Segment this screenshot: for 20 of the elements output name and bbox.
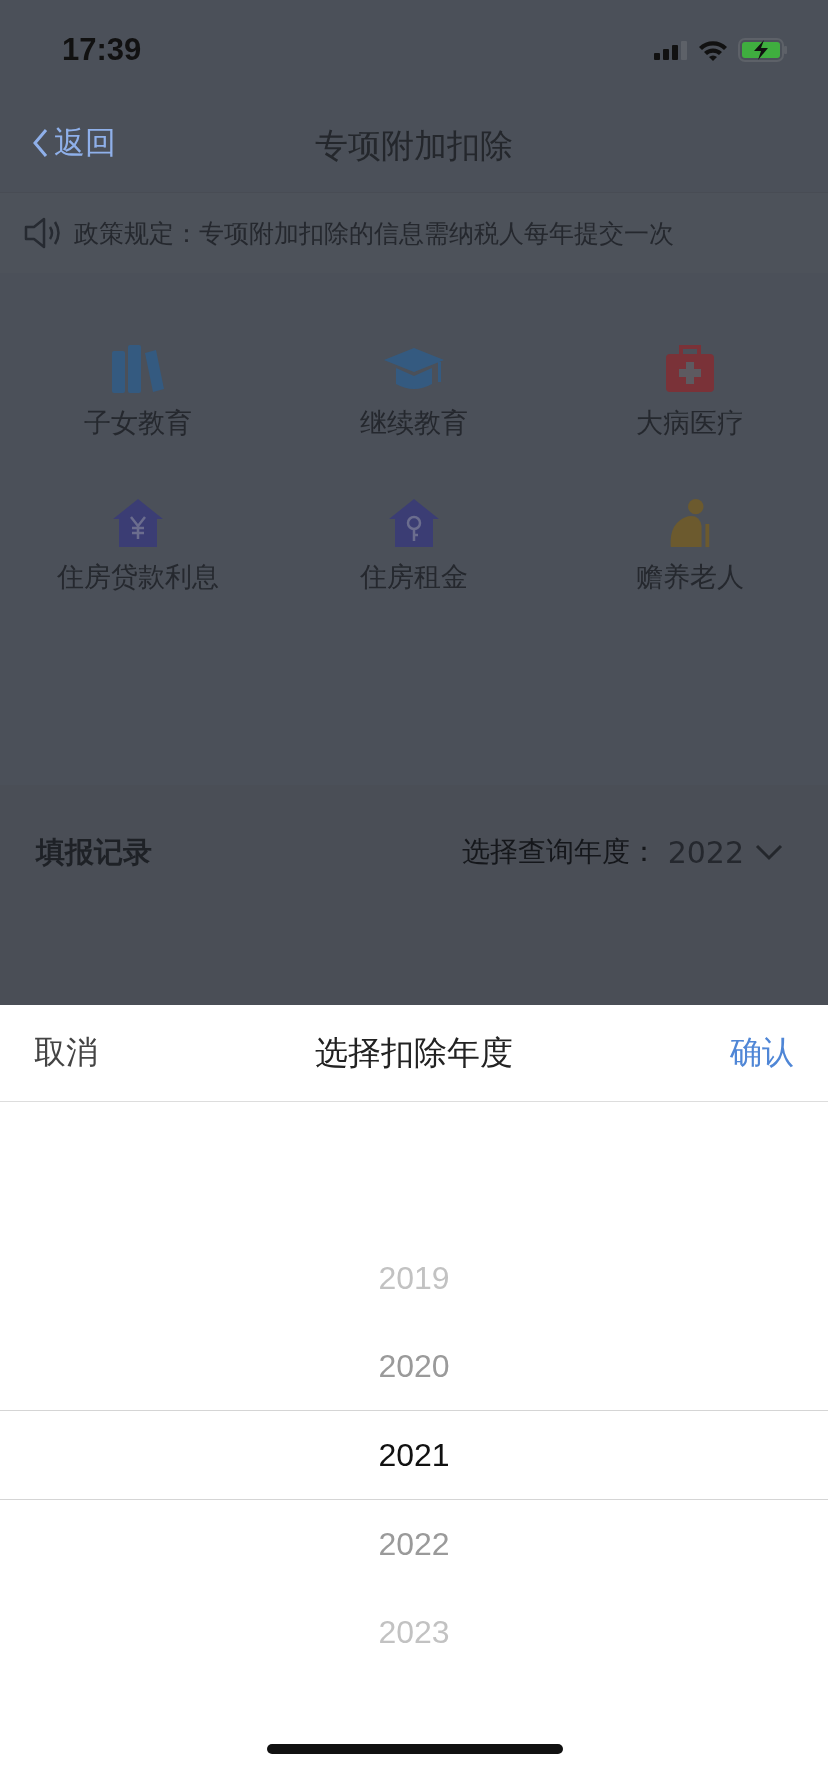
year-option[interactable]: 2021 <box>0 1410 828 1500</box>
house-key-icon <box>387 497 441 549</box>
sheet-title: 选择扣除年度 <box>315 1031 513 1074</box>
back-chevron-icon <box>32 128 48 158</box>
speaker-icon <box>24 217 62 249</box>
chevron-down-icon <box>754 843 784 861</box>
year-option[interactable]: 2020 <box>0 1322 828 1410</box>
wifi-icon <box>698 39 728 61</box>
house-yen-icon <box>111 497 165 549</box>
back-button[interactable]: 返回 <box>32 122 116 164</box>
year-option[interactable]: 2023 <box>0 1588 828 1676</box>
year-option[interactable]: 2022 <box>0 1500 828 1588</box>
status-time: 17:39 <box>62 32 142 68</box>
year-option[interactable]: 2019 <box>0 1234 828 1322</box>
battery-charging-icon <box>738 38 788 62</box>
cancel-button[interactable]: 取消 <box>34 1031 98 1075</box>
medical-kit-icon <box>664 343 716 395</box>
confirm-button[interactable]: 确认 <box>730 1031 794 1075</box>
signal-icon <box>654 40 688 60</box>
books-icon <box>110 343 166 395</box>
